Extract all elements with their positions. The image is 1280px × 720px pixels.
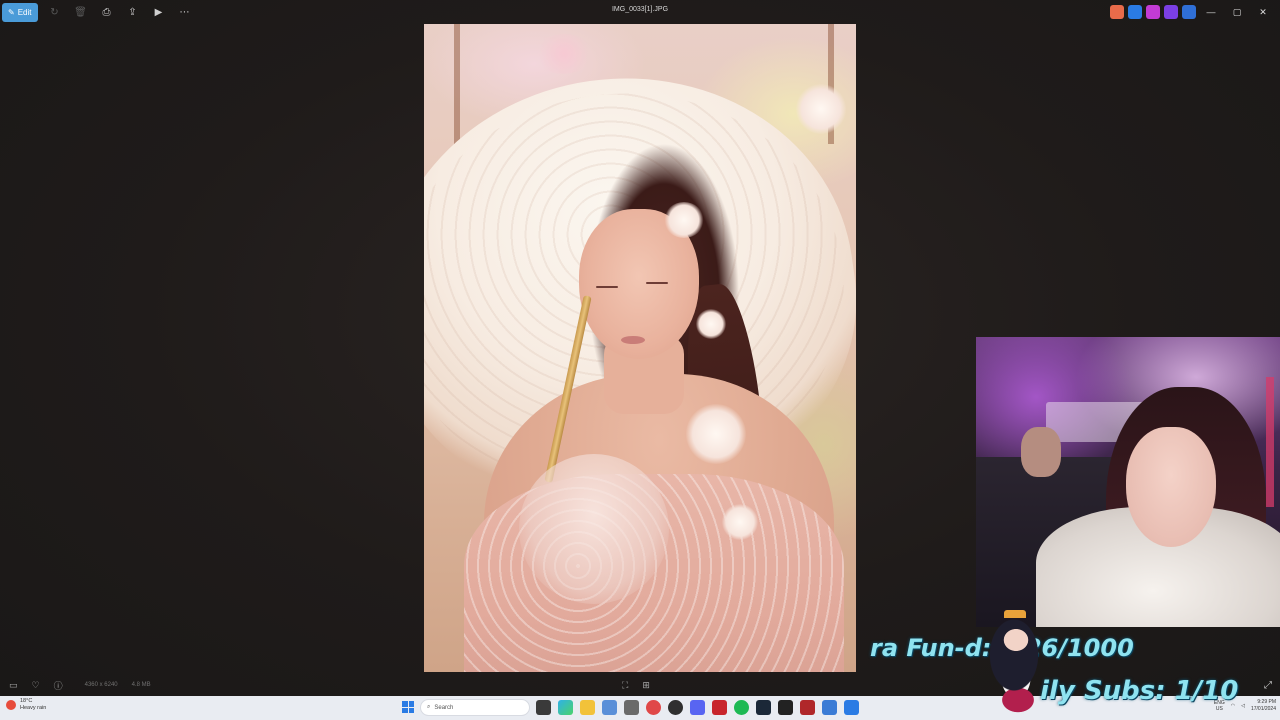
cam-background-person bbox=[1021, 427, 1061, 477]
weather-desc: Heavy rain bbox=[20, 705, 47, 711]
cam-light-strip bbox=[1266, 377, 1274, 507]
image-dimensions: 4360 x 6240 bbox=[84, 682, 118, 688]
adobe-icon[interactable] bbox=[712, 700, 727, 715]
title-bar: ✎ Edit ↻ 🗑 ⎙ ⇪ ▶ ⋯ IMG_0033[1].JPG — ▢ ✕ bbox=[0, 0, 1280, 24]
close-button[interactable]: ✕ bbox=[1252, 3, 1274, 21]
obs-icon[interactable] bbox=[668, 700, 683, 715]
file-explorer-icon[interactable] bbox=[580, 700, 595, 715]
actual-size-icon[interactable]: ⊞ bbox=[642, 680, 650, 691]
weather-widget[interactable]: 18°C Heavy rain bbox=[6, 698, 46, 712]
background-flower bbox=[534, 34, 594, 74]
hair-flower bbox=[686, 404, 746, 464]
date: 17/01/2024 bbox=[1250, 706, 1276, 712]
edit-button-label: Edit bbox=[17, 7, 32, 17]
left-eye bbox=[596, 286, 618, 288]
edit-icon: ✎ bbox=[8, 7, 15, 17]
fit-to-window-icon[interactable]: ⛶ bbox=[622, 680, 628, 691]
hair-flower bbox=[696, 309, 726, 339]
app-icon[interactable] bbox=[778, 700, 793, 715]
lips bbox=[621, 336, 645, 344]
edit-button[interactable]: ✎ Edit bbox=[2, 2, 38, 22]
steam-icon[interactable] bbox=[756, 700, 771, 715]
clipchamp-icon[interactable] bbox=[1146, 5, 1160, 19]
edit-app-icon[interactable] bbox=[1128, 5, 1142, 19]
cam-streamer-face bbox=[1126, 427, 1216, 547]
print-icon[interactable]: ⎙ bbox=[98, 3, 116, 21]
app-icon[interactable] bbox=[822, 700, 837, 715]
ms-store-icon[interactable] bbox=[602, 700, 617, 715]
more-options-icon[interactable]: ⋯ bbox=[176, 3, 194, 21]
discord-icon[interactable] bbox=[690, 700, 705, 715]
slideshow-icon[interactable]: ▶ bbox=[150, 3, 168, 21]
start-button[interactable] bbox=[402, 701, 414, 713]
hair-flower bbox=[664, 202, 704, 238]
pinned-apps bbox=[536, 700, 859, 715]
mascot-crown bbox=[1004, 610, 1026, 618]
share-icon[interactable]: ⇪ bbox=[124, 3, 142, 21]
edge-icon[interactable] bbox=[558, 700, 573, 715]
fullscreen-icon[interactable]: ⤢ bbox=[1264, 680, 1272, 691]
search-placeholder: Search bbox=[434, 704, 454, 711]
filmstrip-icon[interactable]: ▭ bbox=[9, 680, 18, 691]
maximize-button[interactable]: ▢ bbox=[1226, 3, 1248, 21]
favorite-icon[interactable]: ♡ bbox=[32, 680, 40, 691]
snipping-tool-icon[interactable] bbox=[624, 700, 639, 715]
webcam-feed bbox=[976, 337, 1280, 627]
background-flower bbox=[796, 84, 846, 134]
spotify-icon[interactable] bbox=[734, 700, 749, 715]
displayed-photo[interactable] bbox=[424, 24, 856, 672]
app-icon[interactable] bbox=[800, 700, 815, 715]
hair-flower bbox=[722, 504, 758, 540]
file-size: 4.8 MB bbox=[131, 682, 151, 688]
title-bar-right: — ▢ ✕ bbox=[1110, 3, 1274, 21]
weather-icon bbox=[6, 700, 16, 710]
onedrive-icon[interactable] bbox=[1182, 5, 1196, 19]
delete-icon[interactable]: 🗑 bbox=[72, 3, 90, 21]
clock[interactable]: 9:29 PM 17/01/2024 bbox=[1251, 699, 1276, 713]
opera-icon[interactable] bbox=[646, 700, 661, 715]
time: 9:29 PM bbox=[1257, 699, 1276, 705]
taskbar-search[interactable]: ⌕ Search bbox=[420, 699, 530, 716]
search-icon: ⌕ bbox=[427, 704, 431, 710]
task-view-icon[interactable] bbox=[536, 700, 551, 715]
daily-subs-text: ily Subs: 1/10 bbox=[1040, 676, 1239, 706]
region-code: US bbox=[1215, 706, 1223, 712]
designer-icon[interactable] bbox=[1164, 5, 1178, 19]
photos-icon[interactable] bbox=[844, 700, 859, 715]
toolbar: ✎ Edit ↻ 🗑 ⎙ ⇪ ▶ ⋯ bbox=[0, 2, 194, 22]
minimize-button[interactable]: — bbox=[1200, 3, 1222, 21]
right-eye bbox=[646, 282, 668, 284]
info-icon[interactable]: ⓘ bbox=[54, 679, 63, 692]
volume-icon[interactable]: ◁ bbox=[1241, 703, 1245, 709]
rotate-icon[interactable]: ↻ bbox=[46, 3, 64, 21]
anime-mascot-image bbox=[976, 610, 1056, 720]
weather-temp: 18°C bbox=[20, 698, 33, 704]
lace-gloves bbox=[519, 454, 669, 604]
copilot-icon[interactable] bbox=[1110, 5, 1124, 19]
